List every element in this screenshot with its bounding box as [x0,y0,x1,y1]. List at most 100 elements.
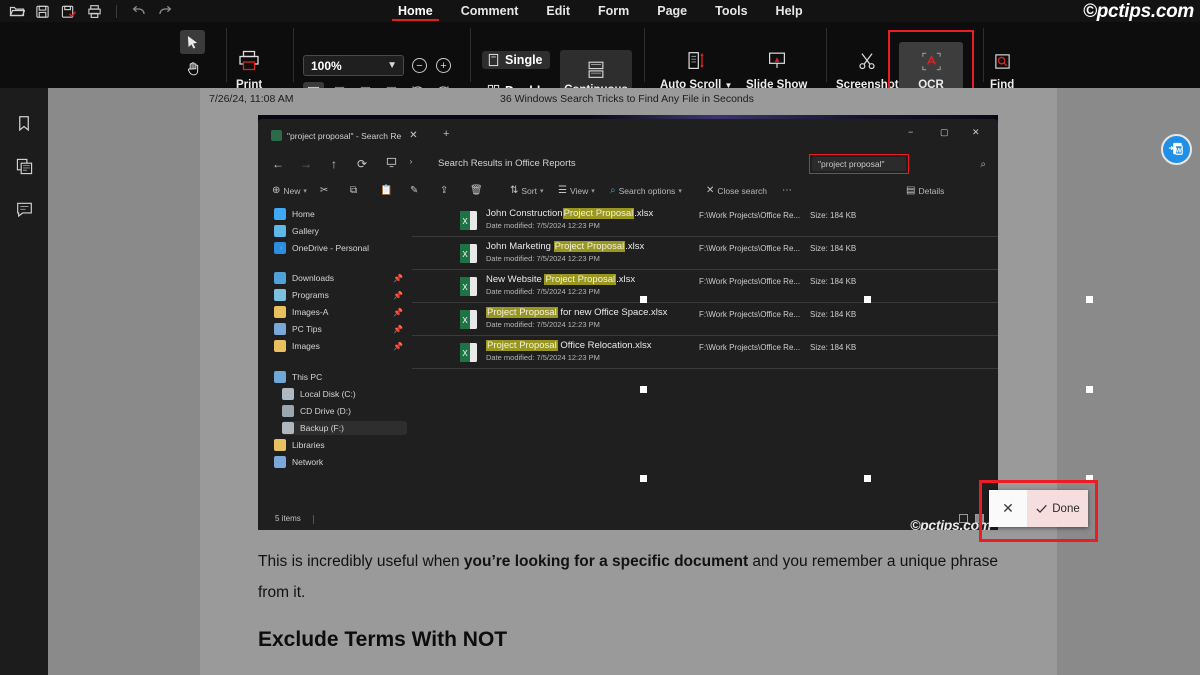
close-window-button[interactable]: ✕ [972,127,980,138]
sidebar-item-onedrive[interactable]: › OneDrive - Personal [274,241,407,255]
explorer-tab[interactable]: "project proposal" - Search Re ✕ [271,124,418,147]
close-icon[interactable]: ✕ [409,130,417,141]
table-row[interactable]: X John Marketing Project Proposal.xlsx D… [412,238,998,270]
command-close-search[interactable]: ✕ Close search [706,185,767,196]
sidebar-item-gallery[interactable]: Gallery [274,224,407,238]
hand-pan-icon[interactable] [180,56,205,80]
tab-edit[interactable]: Edit [532,0,584,22]
page-mode-single[interactable]: Single [482,51,550,69]
tab-comment[interactable]: Comment [447,0,533,22]
top-menu-bar: Home Comment Edit Form Page Tools Help ©… [0,0,1200,22]
document-canvas[interactable]: 7/26/24, 11:08 AM 36 Windows Search Tric… [48,88,1200,675]
sidebar-item-this-pc[interactable]: This PC [274,370,407,384]
pin-icon[interactable]: 📌 [393,325,403,334]
sidebar-item-libraries[interactable]: Libraries [274,438,407,452]
search-icon[interactable]: ⌕ [980,159,986,170]
new-tab-button[interactable]: + [443,128,449,140]
command-paste[interactable]: 📋 [380,185,392,196]
ocr-cancel-button[interactable]: ✕ [989,490,1027,527]
command-share[interactable]: ⇪ [440,185,448,196]
sidebar-item-backup-f[interactable]: Backup (F:) [282,421,407,435]
pin-icon[interactable]: 📌 [393,291,403,300]
table-row[interactable]: X John ConstructionProject Proposal.xlsx… [412,205,998,237]
sidebar-label: Images-A [292,307,329,317]
chevron-right-icon[interactable]: › [280,245,282,252]
tab-edit-label: Edit [546,4,570,18]
command-sort[interactable]: ⇅ Sort ▾ [510,185,544,196]
command-more[interactable]: ⋯ [782,185,792,196]
command-new[interactable]: ⊕ New ▾ [272,185,307,196]
resize-handle-s[interactable] [864,475,871,482]
command-search-options[interactable]: ⌕ Search options ▾ [610,185,682,196]
explorer-sidebar: Home Gallery › OneDrive - Personal Downlo… [258,205,412,530]
tab-help[interactable]: Help [762,0,817,22]
ocr-done-label: Done [1052,502,1080,515]
comments-icon[interactable] [11,196,37,222]
resize-handle-n[interactable] [864,296,871,303]
print-button[interactable]: Print [236,44,262,91]
up-icon[interactable]: ↑ [327,157,341,171]
save-icon[interactable] [34,3,51,20]
bookmark-icon[interactable] [11,110,37,136]
print-quick-icon[interactable] [86,3,103,20]
explorer-tab-title: "project proposal" - Search Re [287,130,402,141]
sidebar-item-programs[interactable]: Programs 📌 [274,288,407,302]
sidebar-item-images-a[interactable]: Images-A 📌 [274,305,407,319]
refresh-icon[interactable]: ⟳ [355,157,369,171]
tab-page[interactable]: Page [643,0,701,22]
pin-icon[interactable]: 📌 [393,274,403,283]
sidebar-item-cd-drive-d[interactable]: CD Drive (D:) [282,404,415,418]
resize-handle-nw[interactable] [640,296,647,303]
explorer-command-bar: ⊕ New ▾ ✂ ⧉ 📋 ✎ ⇪ 🗑 ⇅ Sort ▾ ☰ View ▾ ⌕ Search … [258,179,998,205]
tab-form[interactable]: Form [584,0,643,22]
command-details[interactable]: ▤ Details [906,185,944,196]
resize-handle-ne[interactable] [1086,296,1093,303]
copy-icon: ⧉ [350,185,358,196]
ribbon-divider-5 [826,28,827,82]
sidebar-item-images[interactable]: Images 📌 [274,339,407,353]
sidebar-item-network[interactable]: Network [274,455,407,469]
resize-handle-w[interactable] [640,386,647,393]
find-button[interactable]: Find [990,44,1014,91]
zoom-in-button[interactable]: + [436,58,451,73]
maximize-button[interactable]: ▢ [940,127,949,138]
forward-icon[interactable]: → [299,157,313,171]
redo-icon[interactable] [156,3,173,20]
resize-handle-sw[interactable] [640,475,647,482]
minimize-button[interactable]: − [908,127,913,137]
downloads-icon [274,272,286,284]
tab-home[interactable]: Home [384,0,447,22]
pin-icon[interactable]: 📌 [393,342,403,351]
command-rename[interactable]: ✎ [410,185,418,196]
sidebar-item-local-disk-c[interactable]: Local Disk (C:) [282,387,415,401]
command-delete[interactable]: 🗑 [470,185,483,196]
command-view[interactable]: ☰ View ▾ [558,185,595,196]
page-thumbnails-icon[interactable] [11,153,37,179]
zoom-select[interactable]: 100% ▼ [303,55,404,76]
convert-to-word-button[interactable]: W [1161,134,1192,165]
sidebar-item-home[interactable]: Home [274,207,407,221]
tab-tools[interactable]: Tools [701,0,761,22]
undo-icon[interactable] [130,3,147,20]
command-cut[interactable]: ✂ [320,185,328,196]
ocr-selection-region[interactable] [640,296,1093,482]
file-modified: Date modified: 7/5/2024 12:23 PM [486,320,600,329]
ribbon-divider-4 [644,28,645,82]
open-folder-icon[interactable] [8,3,25,20]
ocr-done-button[interactable]: Done [1027,490,1088,527]
pin-icon[interactable]: 📌 [393,308,403,317]
sidebar-item-downloads[interactable]: Downloads 📌 [274,271,407,285]
back-icon[interactable]: ← [271,157,285,171]
zoom-out-button[interactable]: − [412,58,427,73]
cd-drive-icon [282,405,294,417]
resize-handle-e[interactable] [1086,386,1093,393]
this-pc-crumb-icon[interactable] [384,157,398,171]
command-copy[interactable]: ⧉ [350,185,357,196]
save-as-icon[interactable] [60,3,77,20]
auto-scroll-button[interactable]: Auto Scroll ▼ [660,44,732,91]
quick-access-toolbar [8,0,173,22]
sidebar-item-pc-tips[interactable]: PC Tips 📌 [274,322,407,336]
breadcrumb[interactable]: Search Results in Office Reports [438,158,576,169]
slide-show-button[interactable]: Slide Show [746,44,807,91]
select-arrow-icon[interactable] [180,30,205,54]
